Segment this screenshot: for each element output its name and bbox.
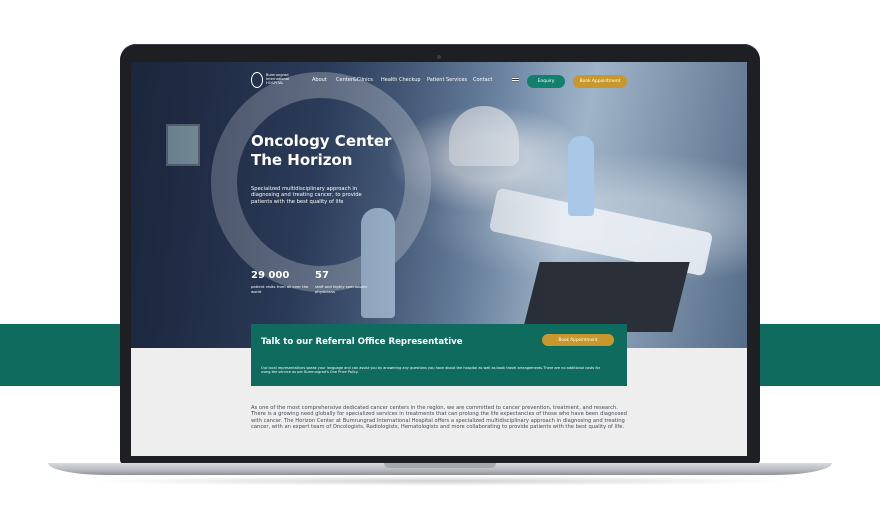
logo-icon <box>251 72 263 88</box>
logo-text: Bumrungrad International HOSPITAL <box>266 73 289 86</box>
referral-title: Talk to our Referral Office Representati… <box>261 337 463 347</box>
referral-panel: Talk to our Referral Office Representati… <box>251 324 627 386</box>
stat-patient-visits-label: patient visits from all over the world <box>251 284 309 294</box>
book-appointment-button[interactable]: Book Appointment <box>573 75 627 88</box>
referral-description: Our local representatives speak your lan… <box>261 366 601 375</box>
hero-subtitle: Specialized multidisciplinary approach i… <box>251 186 362 205</box>
laptop-shadow <box>80 476 800 486</box>
camera-icon <box>437 55 441 59</box>
nav-link-health-checkup[interactable]: Health Checkup <box>381 77 421 83</box>
laptop-notch <box>384 463 496 468</box>
laptop-screen: Bumrungrad International HOSPITAL About … <box>131 62 747 456</box>
nav-link-contact[interactable]: Contact <box>473 77 492 83</box>
nav-link-patient-services[interactable]: Patient Services <box>427 77 467 83</box>
page-title: Oncology Center The Horizon <box>251 132 391 170</box>
enquiry-button[interactable]: Enquiry <box>527 75 565 88</box>
page-title-line1: Oncology Center <box>251 132 392 150</box>
thai-flag-icon[interactable] <box>512 77 519 82</box>
page-title-line2: The Horizon <box>251 151 353 169</box>
intro-paragraph: As one of the most comprehensive dedicat… <box>251 405 627 431</box>
hero-photo <box>131 62 747 348</box>
referral-book-appointment-button[interactable]: Book Appointment <box>542 334 614 346</box>
stat-staff-value: 57 <box>315 270 329 281</box>
nav-link-centers-clinics[interactable]: Center&Clinics <box>336 77 373 83</box>
nav-link-about[interactable]: About <box>312 77 327 83</box>
top-navigation: Bumrungrad International HOSPITAL About … <box>131 68 747 94</box>
hero-overlay <box>131 62 747 348</box>
stat-patient-visits-value: 29 000 <box>251 270 290 281</box>
stat-staff-label: staff and highly specialized physicians <box>315 284 367 294</box>
hospital-logo[interactable]: Bumrungrad International HOSPITAL <box>251 72 311 90</box>
